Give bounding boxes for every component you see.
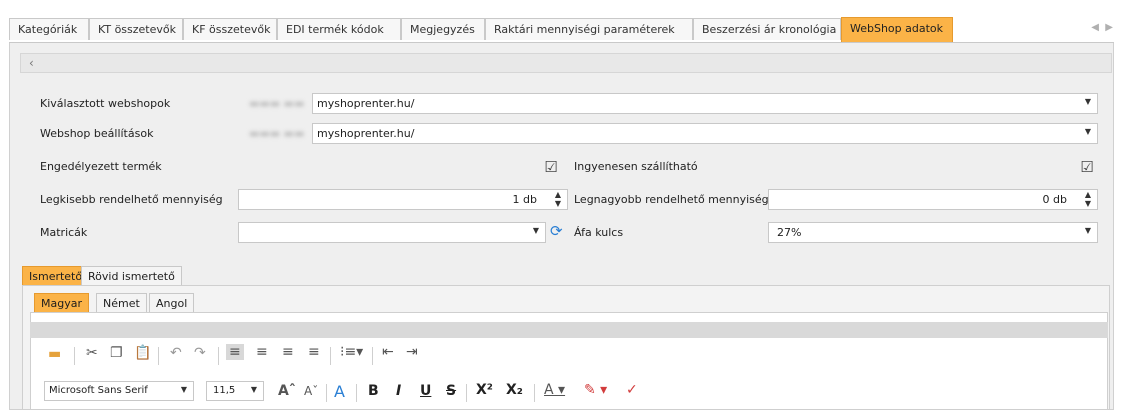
grow-font-icon[interactable]: Aˆ bbox=[278, 383, 296, 399]
underline-icon[interactable]: U bbox=[420, 383, 431, 399]
stickers-label: Matricák bbox=[40, 226, 88, 239]
open-folder-icon[interactable]: ▬ bbox=[48, 346, 61, 362]
divider bbox=[534, 384, 535, 402]
divider bbox=[158, 347, 159, 365]
chevron-down-icon[interactable]: ▼ bbox=[181, 385, 187, 394]
webshop-settings-select[interactable]: ▬▬▬ ▬▬ myshoprenter.hu/ ▼ bbox=[249, 123, 1098, 144]
redo-icon[interactable]: ↷ bbox=[194, 345, 206, 361]
selected-webshops-select[interactable]: ▬▬▬ ▬▬ myshoprenter.hu/ ▼ bbox=[249, 93, 1098, 114]
selected-webshops-label: Kiválasztott webshopok bbox=[40, 97, 171, 110]
justify-icon[interactable]: ≡ bbox=[308, 344, 320, 360]
tab-note[interactable]: Megjegyzés bbox=[401, 18, 485, 40]
highlight-color-icon[interactable]: A ▾ bbox=[544, 382, 565, 398]
align-right-icon[interactable]: ≡ bbox=[282, 344, 294, 360]
webshop-settings-label: Webshop beállítások bbox=[40, 127, 154, 140]
tab-kf-components[interactable]: KF összetevők bbox=[183, 18, 277, 40]
tab-categories[interactable]: Kategóriák bbox=[9, 18, 89, 40]
bold-icon[interactable]: B bbox=[368, 383, 379, 399]
divider bbox=[372, 347, 373, 365]
tab-edi-product-codes[interactable]: EDI termék kódok bbox=[277, 18, 401, 40]
divider bbox=[356, 384, 357, 402]
divider bbox=[330, 347, 331, 365]
spin-arrows-icon[interactable]: ▲ ▼ bbox=[1085, 190, 1091, 208]
subscript-icon[interactable]: X₂ bbox=[506, 382, 523, 398]
font-color-icon[interactable]: A bbox=[334, 382, 345, 401]
align-left-icon[interactable]: ≡ bbox=[226, 344, 244, 360]
italic-icon[interactable]: I bbox=[396, 383, 401, 399]
min-qty-label: Legkisebb rendelhető mennyiség bbox=[40, 193, 223, 206]
chevron-down-icon[interactable]: ▼ bbox=[1085, 226, 1091, 235]
divider bbox=[74, 347, 75, 365]
blurred-text: ▬▬▬ ▬▬ bbox=[249, 97, 305, 110]
max-qty-label: Legnagyobb rendelhető mennyiség bbox=[574, 193, 769, 206]
refresh-icon[interactable]: ⟳ bbox=[550, 222, 563, 240]
strikethrough-icon[interactable]: S bbox=[446, 383, 456, 399]
free-shipping-label: Ingyenesen szállítható bbox=[574, 160, 698, 173]
max-qty-spinner[interactable]: 0 db ▲ ▼ bbox=[768, 189, 1098, 210]
align-center-icon[interactable]: ≡ bbox=[256, 344, 268, 360]
chevron-down-icon[interactable]: ▼ bbox=[533, 226, 539, 235]
tab-purchase-price-history[interactable]: Beszerzési ár kronológia bbox=[693, 18, 841, 40]
chevron-down-icon[interactable]: ▼ bbox=[251, 385, 257, 394]
line-spacing-icon[interactable]: ⁝≡▾ bbox=[340, 344, 363, 360]
vat-select[interactable]: 27% ▼ bbox=[768, 222, 1098, 243]
superscript-icon[interactable]: X² bbox=[476, 382, 493, 398]
chevron-down-icon[interactable]: ▼ bbox=[1085, 127, 1091, 136]
blurred-text: ▬▬▬ ▬▬ bbox=[249, 127, 305, 140]
editor-header bbox=[30, 322, 1108, 338]
tab-hungarian[interactable]: Magyar bbox=[34, 293, 89, 312]
chevron-left-icon[interactable]: ‹ bbox=[29, 56, 34, 70]
editor-toolbar: ▬ ✂ ❐ 📋 ↶ ↷ ≡ ≡ ≡ ≡ ⁝≡▾ ⇤ ⇥ bbox=[30, 340, 1108, 370]
indent-decrease-icon[interactable]: ⇤ bbox=[382, 344, 394, 360]
free-shipping-checkbox[interactable]: ☑ bbox=[1080, 160, 1094, 175]
tab-short-description[interactable]: Rövid ismertető bbox=[81, 266, 182, 285]
collapse-header[interactable]: ‹ bbox=[20, 53, 1112, 73]
font-name-select[interactable]: Microsoft Sans Serif ▼ bbox=[44, 381, 194, 401]
indent-increase-icon[interactable]: ⇥ bbox=[406, 344, 418, 360]
paste-icon[interactable]: 📋 bbox=[134, 345, 151, 361]
divider bbox=[466, 384, 467, 402]
stickers-select[interactable]: ▼ bbox=[238, 222, 546, 243]
tab-webshop-data[interactable]: WebShop adatok bbox=[841, 17, 953, 42]
tab-german[interactable]: Német bbox=[96, 293, 147, 312]
min-qty-spinner[interactable]: 1 db ▲ ▼ bbox=[238, 189, 568, 210]
tab-stock-params[interactable]: Raktári mennyiségi paraméterek bbox=[485, 18, 693, 40]
enabled-product-label: Engedélyezett termék bbox=[40, 160, 162, 173]
spin-arrows-icon[interactable]: ▲ ▼ bbox=[555, 190, 561, 208]
vat-label: Áfa kulcs bbox=[574, 226, 624, 239]
enabled-product-checkbox[interactable]: ☑ bbox=[544, 160, 558, 175]
divider bbox=[218, 347, 219, 365]
font-size-select[interactable]: 11,5 ▼ bbox=[206, 381, 264, 401]
text-highlight-icon[interactable]: ✎ ▾ bbox=[584, 382, 607, 398]
copy-icon[interactable]: ❐ bbox=[110, 345, 123, 361]
chevron-down-icon[interactable]: ▼ bbox=[1085, 97, 1091, 106]
divider bbox=[326, 384, 327, 402]
tab-scroll-arrows[interactable]: ◀ ▶ bbox=[1091, 22, 1113, 33]
tab-english[interactable]: Angol bbox=[149, 293, 195, 312]
tab-description[interactable]: Ismertető bbox=[22, 266, 90, 285]
shrink-font-icon[interactable]: Aˇ bbox=[304, 384, 318, 398]
tab-kt-components[interactable]: KT összetevők bbox=[89, 18, 183, 40]
cut-icon[interactable]: ✂ bbox=[86, 345, 98, 361]
main-tab-strip: Kategóriák KT összetevők KF összetevők E… bbox=[9, 17, 1114, 43]
undo-icon[interactable]: ↶ bbox=[170, 345, 182, 361]
spellcheck-icon[interactable]: ✓ bbox=[626, 382, 638, 398]
